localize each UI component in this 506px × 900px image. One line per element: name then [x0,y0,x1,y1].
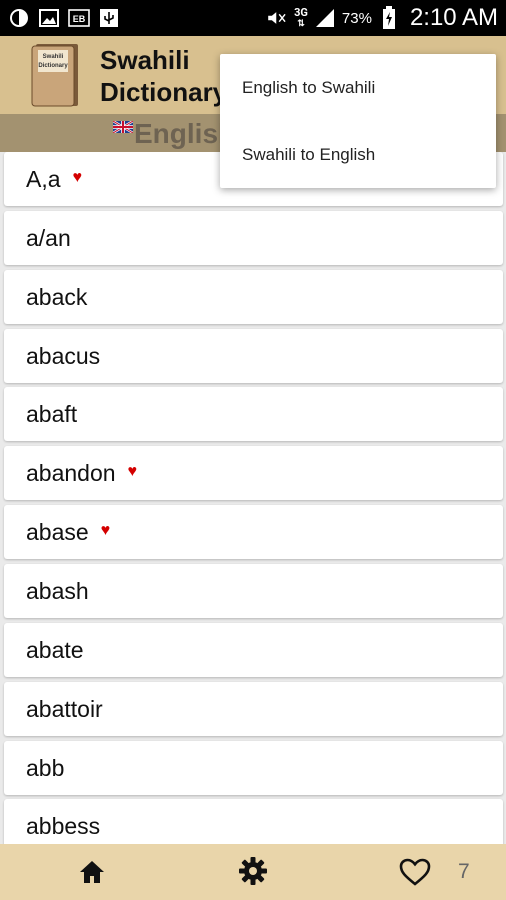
home-icon[interactable] [78,858,106,886]
word-text: abb [26,754,65,781]
favorite-heart-icon: ♥ [127,461,138,480]
word-text: a/an [26,224,71,251]
favorites-heart-icon[interactable] [399,858,431,886]
word-row[interactable]: abaft [4,387,503,441]
word-row[interactable]: a/an [4,211,503,265]
signal-icon [314,7,336,29]
mute-icon [266,7,288,29]
image-icon [38,7,60,29]
word-text: abacus [26,342,101,369]
word-text: abaft [26,400,78,427]
bottom-bar: 7 [0,844,506,900]
uk-flag-icon [112,118,134,135]
svg-text:Swahili: Swahili [43,54,64,60]
word-list[interactable]: A,a ♥ a/an aback abacus abaft abandon ♥ … [0,152,506,844]
svg-text:EB: EB [73,14,86,24]
word-text: abandon [26,459,116,486]
word-text: abattoir [26,695,103,722]
word-row[interactable]: abbess [4,799,503,844]
app-title-line1: Swahili [100,45,190,75]
menu-item-english-to-swahili[interactable]: English to Swahili [220,54,496,121]
gear-icon[interactable] [238,856,268,886]
usb-icon [98,7,120,29]
word-text: abash [26,577,89,604]
app-title-line2: Dictionary [100,77,228,107]
word-row[interactable]: abb [4,741,503,795]
favorite-heart-icon: ♥ [100,520,111,539]
favorites-count: 7 [458,860,470,883]
word-row[interactable]: abattoir [4,682,503,736]
ebay-icon: EB [68,7,90,29]
word-row[interactable]: abandon ♥ [4,446,503,500]
app-title: Swahili Dictionary [100,44,227,108]
language-direction-menu: English to Swahili Swahili to English [220,54,496,188]
word-row[interactable]: abash [4,564,503,618]
word-text: abase [26,518,89,545]
word-row[interactable]: abate [4,623,503,677]
word-text: aback [26,283,88,310]
word-text: A,a [26,165,61,192]
word-row[interactable]: abacus [4,329,503,383]
word-text: abbess [26,812,101,839]
half-circle-icon [8,7,30,29]
favorite-heart-icon: ♥ [72,167,83,186]
clock: 2:10 AM [409,4,498,31]
svg-text:Dictionary: Dictionary [38,63,68,69]
word-row[interactable]: abase ♥ [4,505,503,559]
word-row[interactable]: aback [4,270,503,324]
status-bar: EB 3G ⇅ 73% 2:10 AM [0,0,506,36]
word-text: abate [26,636,84,663]
menu-item-swahili-to-english[interactable]: Swahili to English [220,121,496,188]
battery-percent: 73% [341,9,372,27]
app-logo[interactable]: Swahili Dictionary [30,42,82,108]
network-type: 3G ⇅ [294,5,308,29]
battery-icon [378,6,400,29]
